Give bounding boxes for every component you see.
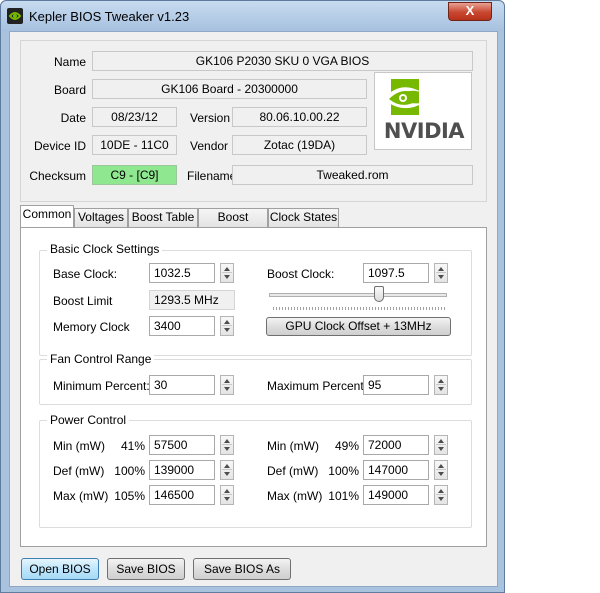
board-label: Board <box>53 83 86 97</box>
clock-offset-slider-track[interactable] <box>269 293 447 297</box>
memory-clock-label: Memory Clock <box>53 320 130 334</box>
fan-max-label: Maximum Percent: <box>267 379 368 393</box>
vendor-field: Zotac (19DA) <box>232 135 367 155</box>
fan-control-group-title: Fan Control Range <box>47 352 155 366</box>
tab-voltages[interactable]: Voltages <box>74 208 128 227</box>
version-field: 80.06.10.00.22 <box>232 107 367 127</box>
power-def-left-label: Def (mW) <box>53 464 105 478</box>
date-field: 08/23/12 <box>92 107 177 127</box>
memory-clock-spinner[interactable] <box>220 316 234 336</box>
power-max-left-spinner[interactable] <box>220 485 234 505</box>
power-def-right-spinner[interactable] <box>434 460 448 480</box>
boost-clock-input[interactable] <box>363 263 429 283</box>
version-label: Version <box>190 111 231 125</box>
tab-common[interactable]: Common <box>20 205 74 227</box>
power-def-left-spinner[interactable] <box>220 460 234 480</box>
power-control-group-title: Power Control <box>47 413 130 427</box>
close-icon: X <box>465 3 475 18</box>
power-min-right-spinner[interactable] <box>434 435 448 455</box>
close-button[interactable]: X <box>448 2 492 21</box>
save-bios-button[interactable]: Save BIOS <box>107 558 185 580</box>
tab-boost-table[interactable]: Boost Table <box>128 208 198 227</box>
date-label: Date <box>60 111 86 125</box>
tab-boost-states[interactable]: Boost States <box>198 208 268 241</box>
open-bios-button[interactable]: Open BIOS <box>21 558 99 580</box>
power-max-right-label: Max (mW) <box>267 489 323 503</box>
filename-field: Tweaked.rom <box>232 165 473 185</box>
power-max-right-spinner[interactable] <box>434 485 448 505</box>
power-min-left-spinner[interactable] <box>220 435 234 455</box>
boost-limit-field: 1293.5 MHz <box>149 290 235 310</box>
base-clock-spinner[interactable] <box>220 263 234 283</box>
save-bios-as-button[interactable]: Save BIOS As <box>193 558 291 580</box>
vendor-label: Vendor <box>190 139 229 153</box>
client-area: Name GK106 P2030 SKU 0 VGA BIOS Board GK… <box>9 31 498 587</box>
boost-clock-label: Boost Clock: <box>267 267 335 281</box>
power-min-left-pct: 41% <box>120 439 145 453</box>
power-min-right-pct: 49% <box>334 439 359 453</box>
common-tab-page: Basic Clock Settings Base Clock: Boost C… <box>20 227 487 547</box>
power-def-right-label: Def (mW) <box>267 464 319 478</box>
device-id-label: Device ID <box>33 139 86 153</box>
nvidia-app-icon <box>7 8 23 24</box>
slider-ticks <box>273 307 445 310</box>
base-clock-input[interactable] <box>149 263 215 283</box>
fan-min-input[interactable] <box>149 375 215 395</box>
power-min-left-label: Min (mW) <box>53 439 105 453</box>
app-window: Kepler BIOS Tweaker v1.23 X Name GK106 P… <box>0 0 505 593</box>
power-max-right-input[interactable] <box>363 485 429 505</box>
basic-clock-group-title: Basic Clock Settings <box>47 242 163 256</box>
power-max-left-input[interactable] <box>149 485 215 505</box>
device-id-field: 10DE - 11C0 <box>92 135 177 155</box>
power-def-right-input[interactable] <box>363 460 429 480</box>
name-field: GK106 P2030 SKU 0 VGA BIOS <box>92 51 473 71</box>
checksum-field: C9 - [C9] <box>92 165 177 185</box>
boost-clock-spinner[interactable] <box>434 263 448 283</box>
power-min-right-label: Min (mW) <box>267 439 319 453</box>
clock-offset-slider-thumb[interactable] <box>374 286 384 302</box>
fan-min-spinner[interactable] <box>220 375 234 395</box>
name-label: Name <box>53 55 86 69</box>
nvidia-logo: NVIDIA <box>374 72 472 150</box>
boost-limit-label: Boost Limit <box>53 294 113 308</box>
gpu-clock-offset-button[interactable]: GPU Clock Offset + 13MHz <box>266 317 451 336</box>
power-def-left-pct: 100% <box>114 464 145 478</box>
board-field: GK106 Board - 20300000 <box>92 79 367 99</box>
power-max-left-label: Max (mW) <box>53 489 109 503</box>
power-max-right-pct: 101% <box>328 489 359 503</box>
power-min-left-input[interactable] <box>149 435 215 455</box>
fan-max-spinner[interactable] <box>434 375 448 395</box>
fan-min-label: Minimum Percent: <box>53 379 150 393</box>
power-def-right-pct: 100% <box>328 464 359 478</box>
power-min-right-input[interactable] <box>363 435 429 455</box>
checksum-label: Checksum <box>29 169 86 183</box>
power-max-left-pct: 105% <box>114 489 145 503</box>
filename-label: Filename <box>187 169 237 183</box>
fan-max-input[interactable] <box>363 375 429 395</box>
base-clock-label: Base Clock: <box>53 267 118 281</box>
title-bar[interactable]: Kepler BIOS Tweaker v1.23 X <box>1 1 504 31</box>
window-title: Kepler BIOS Tweaker v1.23 <box>29 9 190 24</box>
nvidia-wordmark: NVIDIA <box>383 119 465 143</box>
memory-clock-input[interactable] <box>149 316 215 336</box>
tab-clock-states[interactable]: Clock States <box>268 208 339 227</box>
power-def-left-input[interactable] <box>149 460 215 480</box>
